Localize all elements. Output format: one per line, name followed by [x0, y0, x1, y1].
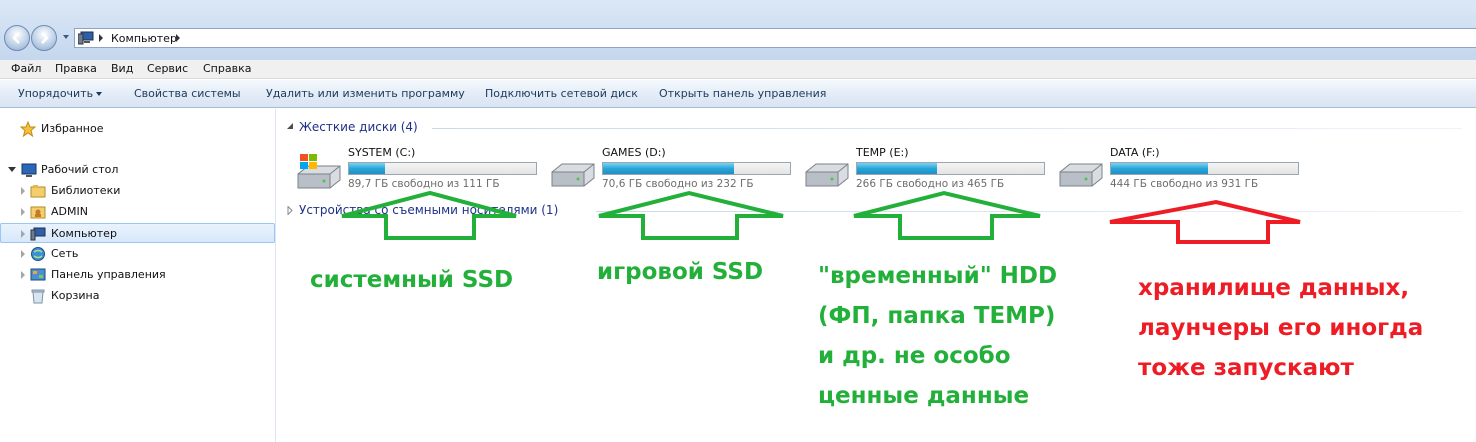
- drive-name: SYSTEM (C:): [348, 146, 416, 159]
- annotation-line: и др. не особо: [818, 343, 1011, 369]
- drive-free-space: 266 ГБ свободно из 465 ГБ: [856, 178, 1005, 190]
- hard-drive-icon: [551, 163, 595, 187]
- uninstall-program-button[interactable]: Удалить или изменить программу: [266, 87, 465, 100]
- group-header-hard-disks[interactable]: Жесткие диски (4): [299, 120, 418, 134]
- libraries-icon: [30, 185, 46, 198]
- nav-desktop[interactable]: Рабочий стол: [0, 160, 275, 180]
- organize-button[interactable]: Упорядочить: [18, 87, 93, 100]
- annotation-e: "временный" HDD (ФП, папка TEMP) и др. н…: [818, 260, 1057, 412]
- nav-label: Корзина: [51, 289, 100, 302]
- breadcrumb-chevron-icon[interactable]: [176, 34, 180, 42]
- annotation-line: хранилище данных,: [1138, 275, 1410, 301]
- nav-computer[interactable]: Компьютер: [0, 223, 275, 243]
- hard-drive-icon: [805, 163, 849, 187]
- forward-button[interactable]: [31, 25, 57, 51]
- nav-network[interactable]: Сеть: [0, 244, 275, 264]
- back-button[interactable]: [4, 25, 30, 51]
- menu-edit[interactable]: Правка: [55, 62, 97, 75]
- back-arrow-icon: [12, 32, 20, 44]
- nav-favorites[interactable]: Избранное: [0, 119, 275, 139]
- drive-name: GAMES (D:): [602, 146, 666, 159]
- drive-free-space: 70,6 ГБ свободно из 232 ГБ: [602, 178, 754, 190]
- history-dropdown-icon[interactable]: [62, 33, 70, 41]
- drive-name: TEMP (E:): [856, 146, 909, 159]
- breadcrumb-computer[interactable]: Компьютер: [111, 32, 177, 45]
- expand-group-icon[interactable]: [287, 206, 293, 215]
- hard-drive-icon: [1059, 163, 1103, 187]
- drive-name: DATA (F:): [1110, 146, 1160, 159]
- expand-arrow-icon[interactable]: [21, 250, 25, 258]
- map-network-drive-button[interactable]: Подключить сетевой диск: [485, 87, 638, 100]
- recycle-bin-icon: [31, 289, 45, 304]
- computer-icon: [78, 31, 94, 45]
- expand-arrow-icon[interactable]: [21, 208, 25, 216]
- forward-arrow-icon: [41, 32, 49, 44]
- menu-help[interactable]: Справка: [203, 62, 251, 75]
- annotation-d: игровой SSD: [597, 259, 764, 285]
- address-bar[interactable]: Компьютер: [74, 28, 1476, 48]
- navigation-pane: Избранное Рабочий стол Библиотеки ADMIN: [0, 109, 276, 442]
- annotation-f: хранилище данных, лаунчеры его иногда то…: [1138, 272, 1423, 384]
- drive-usage-fill: [857, 163, 938, 174]
- drive-usage-bar: [856, 162, 1045, 175]
- drive-usage-fill: [349, 163, 385, 174]
- drive-usage-bar: [348, 162, 537, 175]
- nav-recycle-bin[interactable]: Корзина: [0, 286, 275, 306]
- drive-e[interactable]: TEMP (E:) 266 ГБ свободно из 465 ГБ: [804, 146, 1054, 194]
- control-panel-icon: [30, 268, 46, 281]
- drive-free-space: 89,7 ГБ свободно из 111 ГБ: [348, 178, 500, 190]
- annotation-c: системный SSD: [310, 267, 514, 293]
- expand-arrow-icon[interactable]: [8, 167, 16, 176]
- menu-bar: Файл Правка Вид Сервис Справка: [0, 60, 1476, 79]
- nav-label: Компьютер: [51, 227, 117, 240]
- annotation-line: "временный" HDD: [818, 263, 1058, 289]
- nav-admin[interactable]: ADMIN: [0, 202, 275, 222]
- nav-label: Библиотеки: [51, 184, 121, 197]
- green-up-arrow-icon: [853, 190, 1041, 240]
- group-divider: [432, 128, 1462, 129]
- organize-dropdown-icon[interactable]: [96, 92, 102, 96]
- nav-control-panel[interactable]: Панель управления: [0, 265, 275, 285]
- nav-label: Сеть: [51, 247, 79, 260]
- expand-arrow-icon[interactable]: [21, 230, 25, 238]
- red-up-arrow-icon: [1109, 199, 1301, 244]
- menu-view[interactable]: Вид: [111, 62, 133, 75]
- annotation-line: (ФП, папка TEMP): [818, 303, 1056, 329]
- desktop-icon: [21, 163, 37, 177]
- collapse-group-icon[interactable]: [286, 123, 294, 131]
- star-icon: [20, 121, 36, 137]
- command-bar: Упорядочить Свойства системы Удалить или…: [0, 80, 1476, 108]
- green-up-arrow-icon: [598, 190, 784, 240]
- nav-label: ADMIN: [51, 205, 88, 218]
- drive-c[interactable]: SYSTEM (C:) 89,7 ГБ свободно из 111 ГБ: [296, 146, 546, 194]
- nav-label: Панель управления: [51, 268, 166, 281]
- system-drive-icon: [297, 154, 341, 189]
- network-icon: [31, 247, 45, 261]
- drive-f[interactable]: DATA (F:) 444 ГБ свободно из 931 ГБ: [1058, 146, 1308, 194]
- breadcrumb-separator-icon[interactable]: [99, 34, 103, 42]
- annotation-line: лаунчеры его иногда: [1138, 315, 1424, 341]
- green-up-arrow-icon: [341, 190, 517, 240]
- expand-arrow-icon[interactable]: [21, 271, 25, 279]
- system-properties-button[interactable]: Свойства системы: [134, 87, 241, 100]
- drive-usage-bar: [1110, 162, 1299, 175]
- drive-usage-fill: [603, 163, 734, 174]
- drive-usage-fill: [1111, 163, 1209, 174]
- nav-libraries[interactable]: Библиотеки: [0, 181, 275, 201]
- menu-file[interactable]: Файл: [11, 62, 41, 75]
- drive-usage-bar: [602, 162, 791, 175]
- annotation-line: ценные данные: [818, 383, 1030, 409]
- drive-d[interactable]: GAMES (D:) 70,6 ГБ свободно из 232 ГБ: [550, 146, 800, 194]
- drive-free-space: 444 ГБ свободно из 931 ГБ: [1110, 178, 1259, 190]
- menu-tools[interactable]: Сервис: [147, 62, 188, 75]
- computer-icon: [30, 227, 46, 241]
- title-bar: Компьютер: [0, 0, 1476, 60]
- nav-label: Избранное: [41, 122, 104, 135]
- open-control-panel-button[interactable]: Открыть панель управления: [659, 87, 826, 100]
- annotation-line: тоже запускают: [1138, 355, 1354, 381]
- user-folder-icon: [30, 206, 46, 219]
- expand-arrow-icon[interactable]: [21, 187, 25, 195]
- nav-label: Рабочий стол: [41, 163, 119, 176]
